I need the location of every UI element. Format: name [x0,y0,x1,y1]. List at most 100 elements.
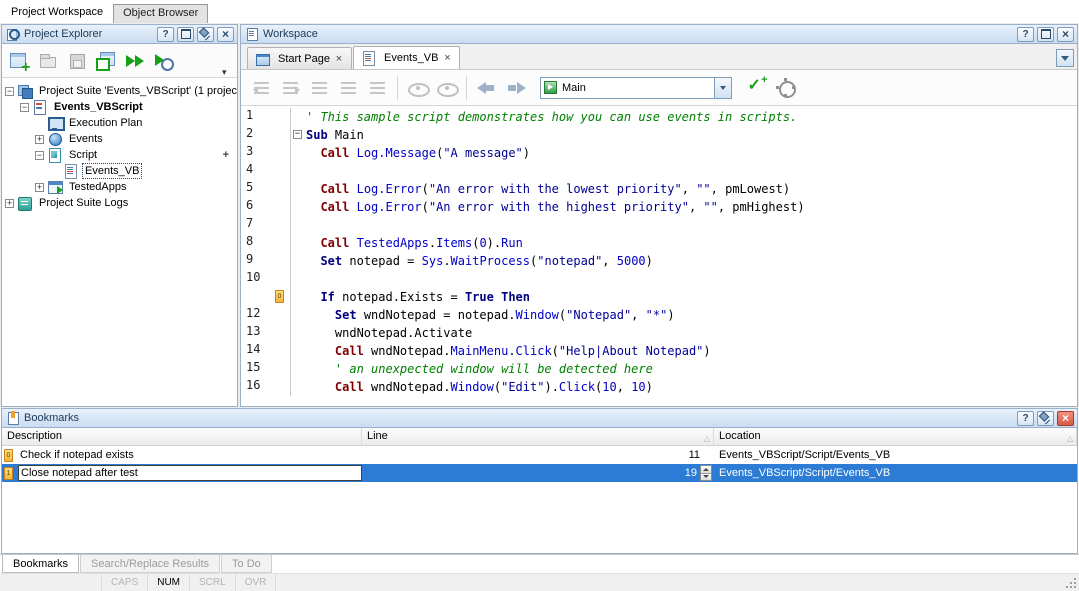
spinner-down-icon[interactable] [701,473,711,481]
bookmark-description-cell[interactable]: Close notepad after test [18,464,362,482]
bookmark-icon[interactable]: 0 [275,290,284,303]
bookmark-line-cell[interactable]: 19 [362,464,714,482]
help-button[interactable] [1017,411,1034,426]
bookmark-description-input[interactable]: Close notepad after test [18,465,362,481]
close-button[interactable] [1057,27,1074,42]
add-new-item-button[interactable] [4,46,33,75]
close-tab-icon[interactable] [334,53,344,65]
code-line[interactable]: 1' This sample script demonstrates how y… [241,108,1077,126]
collapse-icon[interactable] [35,151,44,160]
code-keyword: Call [320,182,349,196]
code-line[interactable]: 7 [241,216,1077,234]
collapse-icon[interactable] [20,103,29,112]
panel-tab-bookmarks[interactable]: Bookmarks [2,555,79,573]
pin-button[interactable] [1037,411,1054,426]
tree-item-events-vbscript[interactable]: Events_VBScript [2,99,237,115]
code-line[interactable]: 3 Call Log.Message("A message") [241,144,1077,162]
check-syntax-button[interactable] [742,73,771,102]
bookmark-row[interactable]: 1Close notepad after test19Events_VBScri… [2,464,1077,482]
code-string: "Help|About Notepad" [559,344,704,358]
code-line[interactable]: 10 [241,270,1077,288]
close-button[interactable] [217,27,234,42]
panel-tab-search-replace-results[interactable]: Search/Replace Results [80,555,220,573]
document-tab-events-vb[interactable]: Events_VB [353,46,460,69]
expand-icon[interactable] [5,199,14,208]
code-line[interactable]: 16 Call wndNotepad.Window("Edit").Click(… [241,378,1077,396]
tree-item-project-suite-events-vbscript-1-projec[interactable]: Project Suite 'Events_VBScript' (1 proje… [2,83,237,99]
help-button[interactable] [157,27,174,42]
code-line[interactable]: 12 Set wndNotepad = notepad.Window("Note… [241,306,1077,324]
toolbar-separator [466,76,467,100]
tree-item-testedapps[interactable]: TestedApps [2,179,237,195]
tree-item-execution-plan[interactable]: Execution Plan [2,115,237,131]
code-text [306,254,320,268]
view-tab-project-workspace[interactable]: Project Workspace [2,3,112,23]
code-text [306,200,320,214]
code-text: wndNotepad. [364,380,451,394]
dropdown-arrow-icon[interactable] [714,78,731,98]
bookmark-row[interactable]: 0Check if notepad exists11Events_VBScrip… [2,446,1077,464]
back-arrow-button[interactable] [472,73,501,102]
pin-button[interactable] [197,27,214,42]
expand-icon[interactable] [35,183,44,192]
forward-arrow-button[interactable] [501,73,530,102]
close-button[interactable] [1057,411,1074,426]
code-text: , [682,182,696,196]
bookmark-line-cell[interactable]: 11 [362,446,714,464]
column-header-location[interactable]: Location [714,428,1077,445]
code-line[interactable]: 13 wndNotepad.Activate [241,324,1077,342]
status-bar-spacer [0,574,102,591]
code-line[interactable]: 8 Call TestedApps.Items(0).Run [241,234,1077,252]
code-text [349,236,356,250]
status-ovr: OVR [236,574,277,591]
tree-item-script[interactable]: Script+ [2,147,237,163]
collapse-icon[interactable] [5,87,14,96]
record-test-button[interactable] [91,46,120,75]
code-line[interactable]: 14 Call wndNotepad.MainMenu.Click("Help|… [241,342,1077,360]
tree-item-project-suite-logs[interactable]: Project Suite Logs [2,195,237,211]
routine-selector[interactable]: Main [540,77,732,99]
column-header-description[interactable]: Description [2,428,362,445]
restore-button[interactable] [177,27,194,42]
fold-column [291,162,304,180]
comment-icon [309,77,331,99]
view-tab-object-browser[interactable]: Object Browser [113,4,208,23]
fold-column [291,288,304,306]
run-project-button[interactable] [120,46,149,75]
code-line[interactable]: 9 Set notepad = Sys.WaitProcess("notepad… [241,252,1077,270]
code-line[interactable]: 5 Call Log.Error("An error with the lowe… [241,180,1077,198]
tab-list-dropdown-button[interactable] [1056,49,1074,67]
code-line[interactable]: 6 Call Log.Error("An error with the high… [241,198,1077,216]
code-line[interactable]: 15 ' an unexpected window will be detect… [241,360,1077,378]
editor-gutter: 1 [241,108,291,126]
restore-button[interactable] [1037,27,1054,42]
editor-gutter: 9 [241,252,291,270]
run-options-button[interactable] [149,46,178,75]
fold-collapse-icon[interactable] [293,130,302,139]
editor-settings-button[interactable] [771,73,800,102]
code-string: "" [703,200,717,214]
toolbar-overflow-icon[interactable] [222,66,232,76]
tree-item-events[interactable]: Events [2,131,237,147]
bookmark-description-cell[interactable]: Check if notepad exists [18,446,362,464]
code-editor[interactable]: 1' This sample script demonstrates how y… [241,106,1077,406]
document-tab-start-page[interactable]: Start Page [247,47,352,69]
code-line[interactable]: 0 If notepad.Exists = True Then [241,288,1077,306]
close-tab-icon[interactable] [442,52,452,64]
status-scrl: SCRL [190,574,236,591]
tree-item-events-vb[interactable]: Events_VB [2,163,237,179]
resize-grip[interactable] [1063,574,1079,591]
code-line[interactable]: 2Sub Main [241,126,1077,144]
status-bar-filler [276,574,1063,591]
panel-tab-to-do[interactable]: To Do [221,555,272,573]
editor-gutter: 16 [241,378,291,396]
gutter-icon-column [271,108,290,126]
expand-icon[interactable] [35,135,44,144]
tree-item-label: Execution Plan [67,116,144,130]
line-number-spinner[interactable] [700,465,712,481]
help-button[interactable] [1017,27,1034,42]
editor-gutter: 13 [241,324,291,342]
column-header-line[interactable]: Line [362,428,714,445]
add-script-item-button[interactable]: + [223,149,229,161]
code-line[interactable]: 4 [241,162,1077,180]
